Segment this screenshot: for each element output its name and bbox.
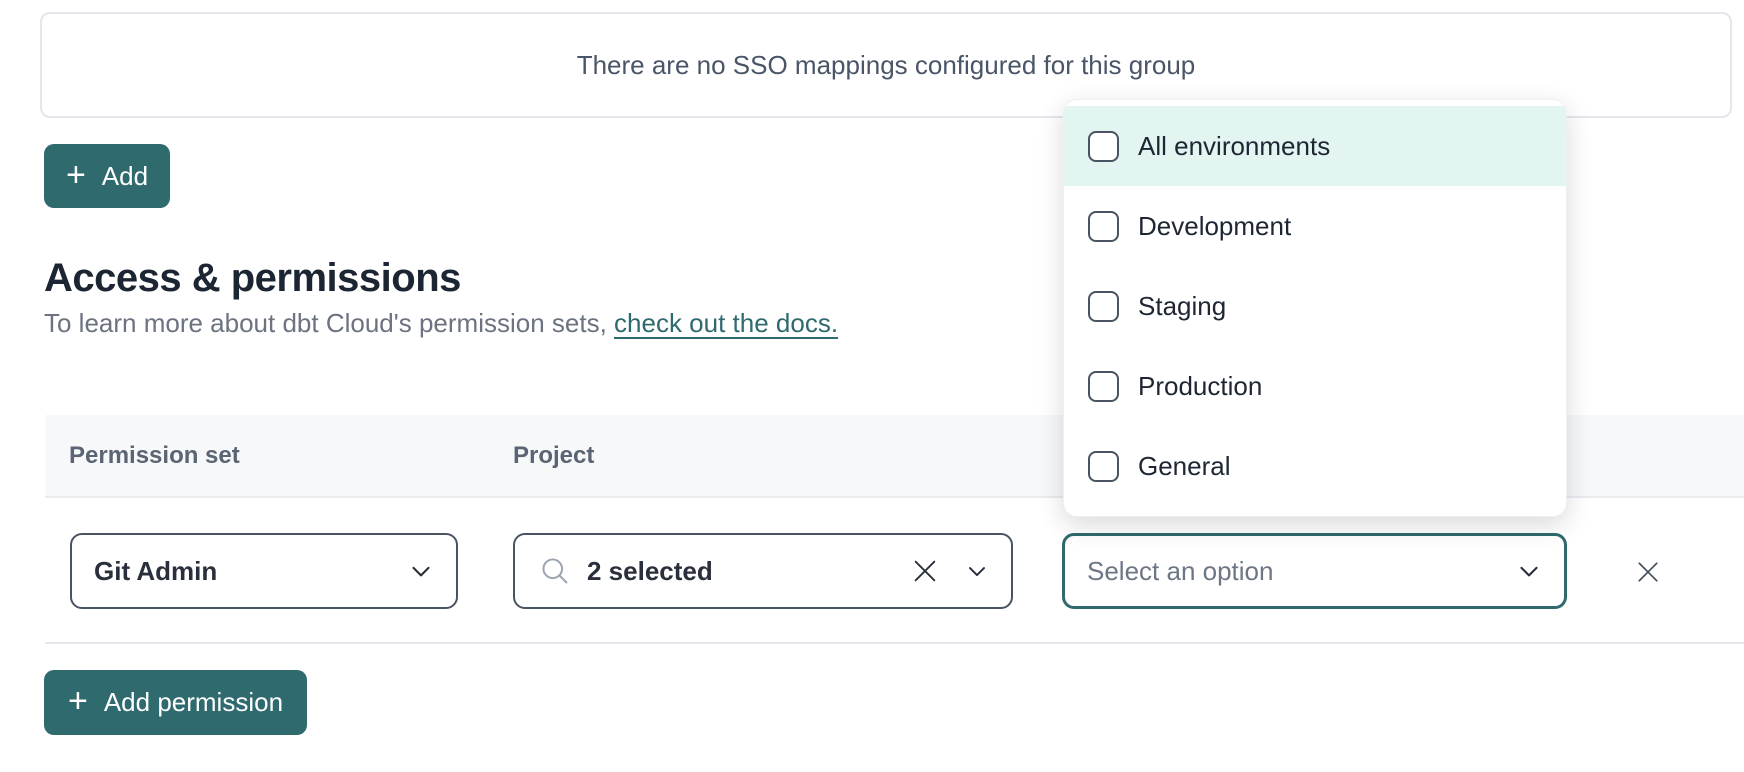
environment-option-label: General	[1138, 451, 1231, 482]
environment-option-staging[interactable]: Staging	[1064, 266, 1566, 346]
description-text: To learn more about dbt Cloud's permissi…	[44, 308, 614, 338]
environment-option-label: Development	[1138, 211, 1291, 242]
project-select-value: 2 selected	[587, 556, 713, 587]
chevron-down-icon	[406, 556, 436, 586]
environment-select-placeholder: Select an option	[1087, 556, 1273, 587]
environment-option-label: Production	[1138, 371, 1262, 402]
environment-option-development[interactable]: Development	[1064, 186, 1566, 266]
chevron-down-icon	[1514, 556, 1544, 586]
environment-option-all-environments[interactable]: All environments	[1064, 106, 1566, 186]
checkbox-unchecked-icon[interactable]	[1088, 291, 1119, 322]
column-header-permission-set: Permission set	[69, 415, 240, 496]
add-button-label: Add	[102, 161, 148, 192]
add-permission-button[interactable]: + Add permission	[44, 670, 307, 735]
permissions-description: To learn more about dbt Cloud's permissi…	[44, 308, 838, 339]
checkbox-unchecked-icon[interactable]	[1088, 371, 1119, 402]
search-icon	[537, 553, 573, 589]
project-select[interactable]: 2 selected	[513, 533, 1013, 609]
environment-option-general[interactable]: General	[1064, 426, 1566, 506]
group-settings-page: There are no SSO mappings configured for…	[0, 0, 1744, 772]
environment-option-label: All environments	[1138, 131, 1330, 162]
x-remove-icon	[1633, 557, 1663, 587]
remove-permission-row-button[interactable]	[1628, 552, 1668, 592]
checkbox-unchecked-icon[interactable]	[1088, 211, 1119, 242]
chevron-down-icon	[963, 557, 991, 585]
environment-dropdown-menu: All environments Development Staging Pro…	[1063, 99, 1567, 517]
permission-set-value: Git Admin	[94, 556, 217, 587]
permission-set-select[interactable]: Git Admin	[70, 533, 458, 609]
checkbox-unchecked-icon[interactable]	[1088, 131, 1119, 162]
add-sso-mapping-button[interactable]: + Add	[44, 144, 170, 208]
environment-option-production[interactable]: Production	[1064, 346, 1566, 426]
column-header-project: Project	[513, 415, 594, 496]
plus-icon: +	[66, 158, 86, 192]
checkbox-unchecked-icon[interactable]	[1088, 451, 1119, 482]
sso-empty-message: There are no SSO mappings configured for…	[577, 50, 1196, 81]
environment-option-label: Staging	[1138, 291, 1226, 322]
environment-select[interactable]: Select an option	[1062, 533, 1567, 609]
row-divider	[45, 642, 1744, 644]
add-permission-label: Add permission	[104, 687, 283, 718]
clear-selection-icon[interactable]	[909, 555, 941, 587]
access-permissions-heading: Access & permissions	[44, 256, 461, 301]
docs-link[interactable]: check out the docs.	[614, 308, 838, 338]
plus-icon: +	[68, 684, 88, 718]
